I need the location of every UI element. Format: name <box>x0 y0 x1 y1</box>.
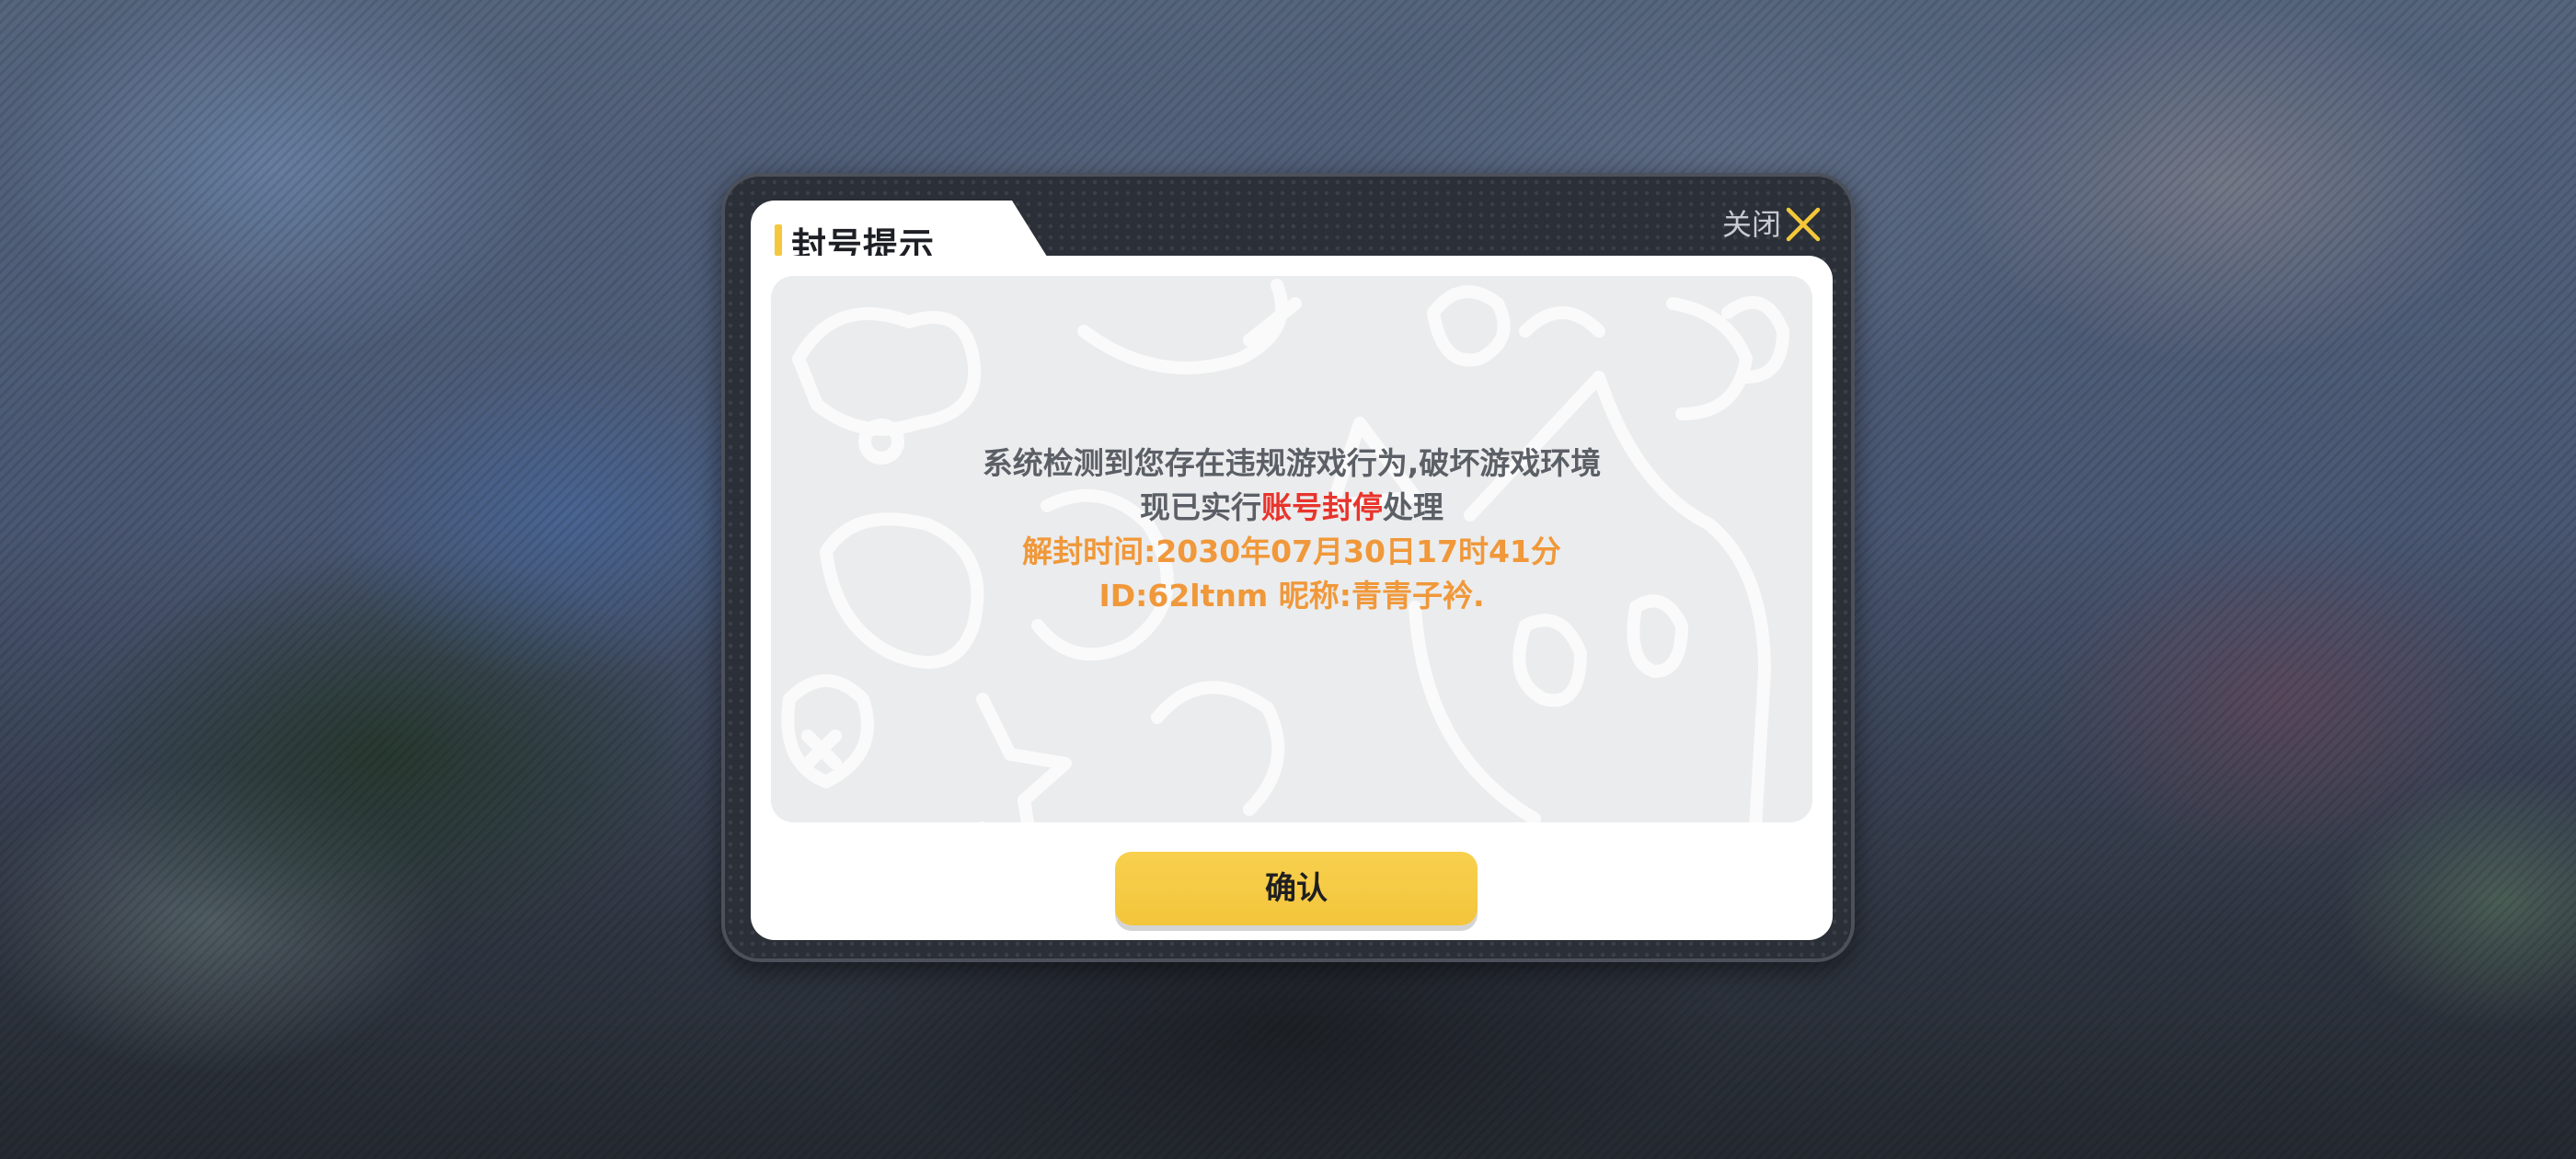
ban-message: 系统检测到您存在违规游戏行为,破坏游戏环境 现已实行账号封停处理 解封时间:20… <box>771 442 1812 618</box>
id-label: ID: <box>1098 578 1148 614</box>
unban-time-line: 解封时间:2030年07月30日17时41分 <box>771 530 1812 574</box>
ban-notice-dialog: 封号提示 关闭 系统检测到您存在违规游戏行为,破坏游戏环境 现已实行账号封停处理… <box>721 173 1855 962</box>
id-value: 62ltnm <box>1147 578 1269 614</box>
message-box: 系统检测到您存在违规游戏行为,破坏游戏环境 现已实行账号封停处理 解封时间:20… <box>771 276 1812 822</box>
nickname-label: 昵称: <box>1278 578 1351 614</box>
title-accent-bar <box>775 224 782 256</box>
dialog-body: 系统检测到您存在违规游戏行为,破坏游戏环境 现已实行账号封停处理 解封时间:20… <box>751 256 1833 940</box>
ban-status-highlight: 账号封停 <box>1261 489 1383 525</box>
account-info-line: ID:62ltnm 昵称:青青子衿. <box>771 574 1812 618</box>
message-line-1: 系统检测到您存在违规游戏行为,破坏游戏环境 <box>982 445 1602 481</box>
message-line-2: 现已实行账号封停处理 <box>771 486 1812 530</box>
unban-time-value: 2030年07月30日17时41分 <box>1156 534 1561 569</box>
message-line-2-prefix: 现已实行 <box>1140 489 1261 525</box>
nickname-value: 青青子衿. <box>1351 578 1485 614</box>
unban-time-label: 解封时间: <box>1022 534 1156 569</box>
confirm-button[interactable]: 确认 <box>1115 852 1478 925</box>
message-line-2-suffix: 处理 <box>1383 489 1443 525</box>
close-button-label[interactable]: 关闭 <box>1722 204 1781 245</box>
close-icon[interactable] <box>1783 204 1823 245</box>
